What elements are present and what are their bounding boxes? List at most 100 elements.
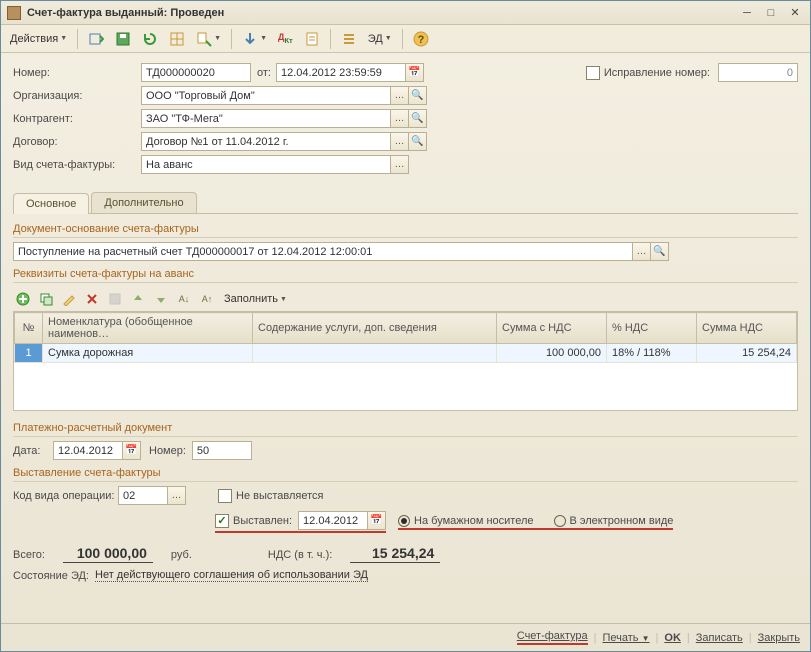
payment-number-field[interactable] <box>192 441 252 460</box>
row-content[interactable] <box>253 344 497 363</box>
contract-ellipsis[interactable]: … <box>391 132 409 151</box>
move-up-icon[interactable] <box>128 289 148 309</box>
window-title: Счет-фактура выданный: Проведен <box>27 7 738 19</box>
contract-label: Договор: <box>13 136 141 148</box>
counteragent-label: Контрагент: <box>13 113 141 125</box>
nds-label: НДС (в т. ч.): <box>268 549 332 561</box>
save-icon[interactable] <box>111 28 135 50</box>
copy-row-icon[interactable] <box>36 289 56 309</box>
refresh-icon[interactable] <box>138 28 162 50</box>
issued-calendar-icon[interactable]: 📅 <box>368 511 386 530</box>
kind-ellipsis[interactable]: … <box>391 155 409 174</box>
help-icon[interactable]: ? <box>409 28 433 50</box>
content: Номер: от: 📅 Исправление номер: Организа… <box>1 53 810 623</box>
org-field[interactable] <box>141 86 391 105</box>
ed-dropdown[interactable]: ЭД▼ <box>364 28 396 50</box>
save-grid-icon[interactable] <box>105 289 125 309</box>
paper-radio[interactable] <box>398 515 410 527</box>
electronic-radio[interactable] <box>554 515 566 527</box>
col-nomenclature[interactable]: Номенклатура (обобщенное наименов… <box>43 313 253 344</box>
ed-state-link[interactable]: Нет действующего соглашения об использов… <box>95 569 368 582</box>
payment-number-label: Номер: <box>149 445 186 457</box>
sort-desc-icon[interactable]: A↑ <box>197 289 217 309</box>
move-down-icon[interactable] <box>151 289 171 309</box>
electronic-label: В электронном виде <box>570 515 674 527</box>
number-label: Номер: <box>13 67 141 79</box>
maximize-button[interactable]: □ <box>762 5 780 21</box>
opcode-label: Код вида операции: <box>13 490 118 502</box>
contract-lookup-icon[interactable]: 🔍 <box>409 132 427 151</box>
payment-calendar-icon[interactable]: 📅 <box>123 441 141 460</box>
save-button[interactable]: Записать <box>696 632 743 644</box>
based-on-icon[interactable]: ▼ <box>192 28 225 50</box>
issued-label: Выставлен: <box>233 515 292 527</box>
number-field[interactable] <box>141 63 251 82</box>
correction-number-field[interactable] <box>718 63 798 82</box>
grid: № Номенклатура (обобщенное наименов… Сод… <box>13 311 798 411</box>
kind-field[interactable] <box>141 155 391 174</box>
col-num[interactable]: № <box>15 313 43 344</box>
edit-row-icon[interactable] <box>59 289 79 309</box>
sort-asc-icon[interactable]: A↓ <box>174 289 194 309</box>
col-amt-nds[interactable]: Сумма НДС <box>697 313 797 344</box>
dkt-icon[interactable]: ДКт <box>274 28 297 50</box>
col-content[interactable]: Содержание услуги, доп. сведения <box>253 313 497 344</box>
from-label: от: <box>257 67 271 79</box>
row-pct[interactable]: 18% / 118% <box>607 344 697 363</box>
section-issuance: Выставление счета-фактуры <box>13 464 798 482</box>
issued-checkbox[interactable]: ✓ <box>215 514 229 528</box>
contract-field[interactable] <box>141 132 391 151</box>
list-icon[interactable] <box>337 28 361 50</box>
section-basis: Документ-основание счета-фактуры <box>13 220 798 238</box>
col-pct-nds[interactable]: % НДС <box>607 313 697 344</box>
row-nomenclature[interactable]: Сумка дорожная <box>43 344 253 363</box>
currency-label: руб. <box>171 549 192 561</box>
section-payment: Платежно-расчетный документ <box>13 419 798 437</box>
titlebar: Счет-фактура выданный: Проведен ─ □ ✕ <box>1 1 810 25</box>
payment-date-field[interactable] <box>53 441 123 460</box>
toolbar: Действия▼ ▼ ▼ ДКт ЭД▼ ? <box>1 25 810 53</box>
ed-state-label: Состояние ЭД: <box>13 570 89 582</box>
navigate-icon[interactable]: ▼ <box>238 28 271 50</box>
report-icon[interactable] <box>300 28 324 50</box>
actions-dropdown[interactable]: Действия▼ <box>6 28 71 50</box>
row-nds[interactable]: 15 254,24 <box>697 344 797 363</box>
counteragent-lookup-icon[interactable]: 🔍 <box>409 109 427 128</box>
close-button[interactable]: Закрыть <box>758 632 800 644</box>
opcode-ellipsis[interactable]: … <box>168 486 186 505</box>
counteragent-field[interactable] <box>141 109 391 128</box>
grid-toolbar: A↓ A↑ Заполнить▼ <box>13 289 798 309</box>
minimize-button[interactable]: ─ <box>738 5 756 21</box>
date-field[interactable] <box>276 63 406 82</box>
svg-text:?: ? <box>417 34 424 46</box>
ok-button[interactable]: OK <box>664 632 681 644</box>
basis-doc-field[interactable] <box>13 242 633 261</box>
tab-main[interactable]: Основное <box>13 193 89 214</box>
delete-row-icon[interactable] <box>82 289 102 309</box>
structure-icon[interactable] <box>165 28 189 50</box>
org-ellipsis[interactable]: … <box>391 86 409 105</box>
post-icon[interactable] <box>84 28 108 50</box>
opcode-field[interactable] <box>118 486 168 505</box>
org-lookup-icon[interactable]: 🔍 <box>409 86 427 105</box>
close-window-button[interactable]: ✕ <box>786 5 804 21</box>
col-sum-nds[interactable]: Сумма с НДС <box>497 313 607 344</box>
fill-dropdown[interactable]: Заполнить▼ <box>220 289 291 309</box>
table-row[interactable]: 1 Сумка дорожная 100 000,00 18% / 118% 1… <box>15 344 797 363</box>
counteragent-ellipsis[interactable]: … <box>391 109 409 128</box>
print-dropdown[interactable]: Печать ▼ <box>603 632 650 644</box>
correction-checkbox[interactable] <box>586 66 600 80</box>
total-label: Всего: <box>13 549 45 561</box>
basis-lookup-icon[interactable]: 🔍 <box>651 242 669 261</box>
row-sum[interactable]: 100 000,00 <box>497 344 607 363</box>
paper-label: На бумажном носителе <box>414 515 533 527</box>
calendar-icon[interactable]: 📅 <box>406 63 424 82</box>
basis-ellipsis[interactable]: … <box>633 242 651 261</box>
issued-date-field[interactable] <box>298 511 368 530</box>
invoice-link[interactable]: Счет-фактура <box>517 630 588 645</box>
row-num: 1 <box>15 344 43 363</box>
add-row-icon[interactable] <box>13 289 33 309</box>
tab-extra[interactable]: Дополнительно <box>91 192 196 213</box>
not-issued-checkbox[interactable] <box>218 489 232 503</box>
tabs: Основное Дополнительно <box>13 192 798 214</box>
